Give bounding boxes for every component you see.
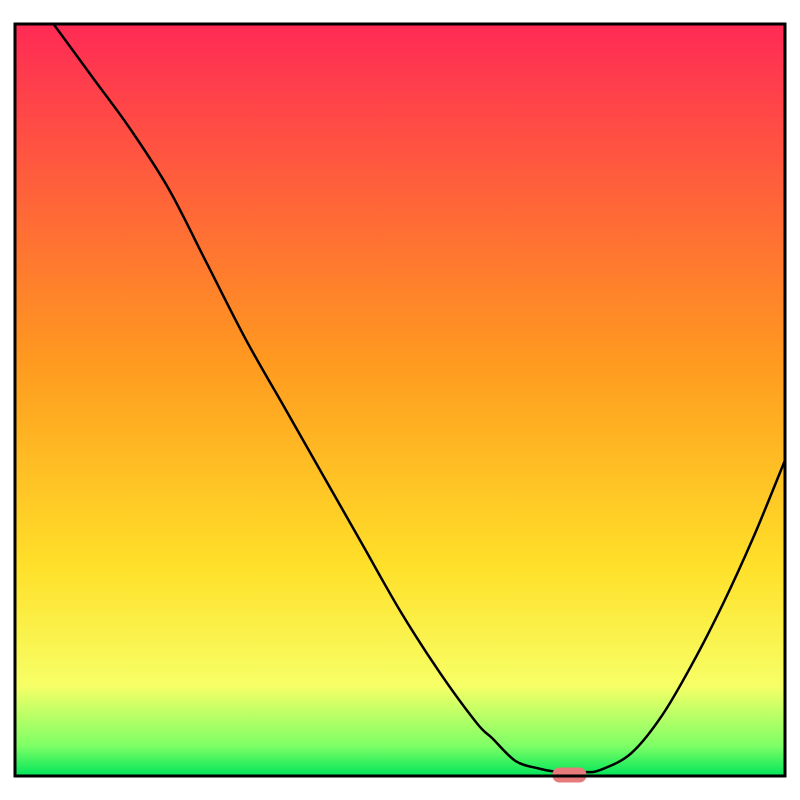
plot-area-gradient — [15, 24, 785, 776]
bottleneck-chart — [0, 0, 800, 800]
chart-root: TheBottleneck.com — [0, 0, 800, 800]
